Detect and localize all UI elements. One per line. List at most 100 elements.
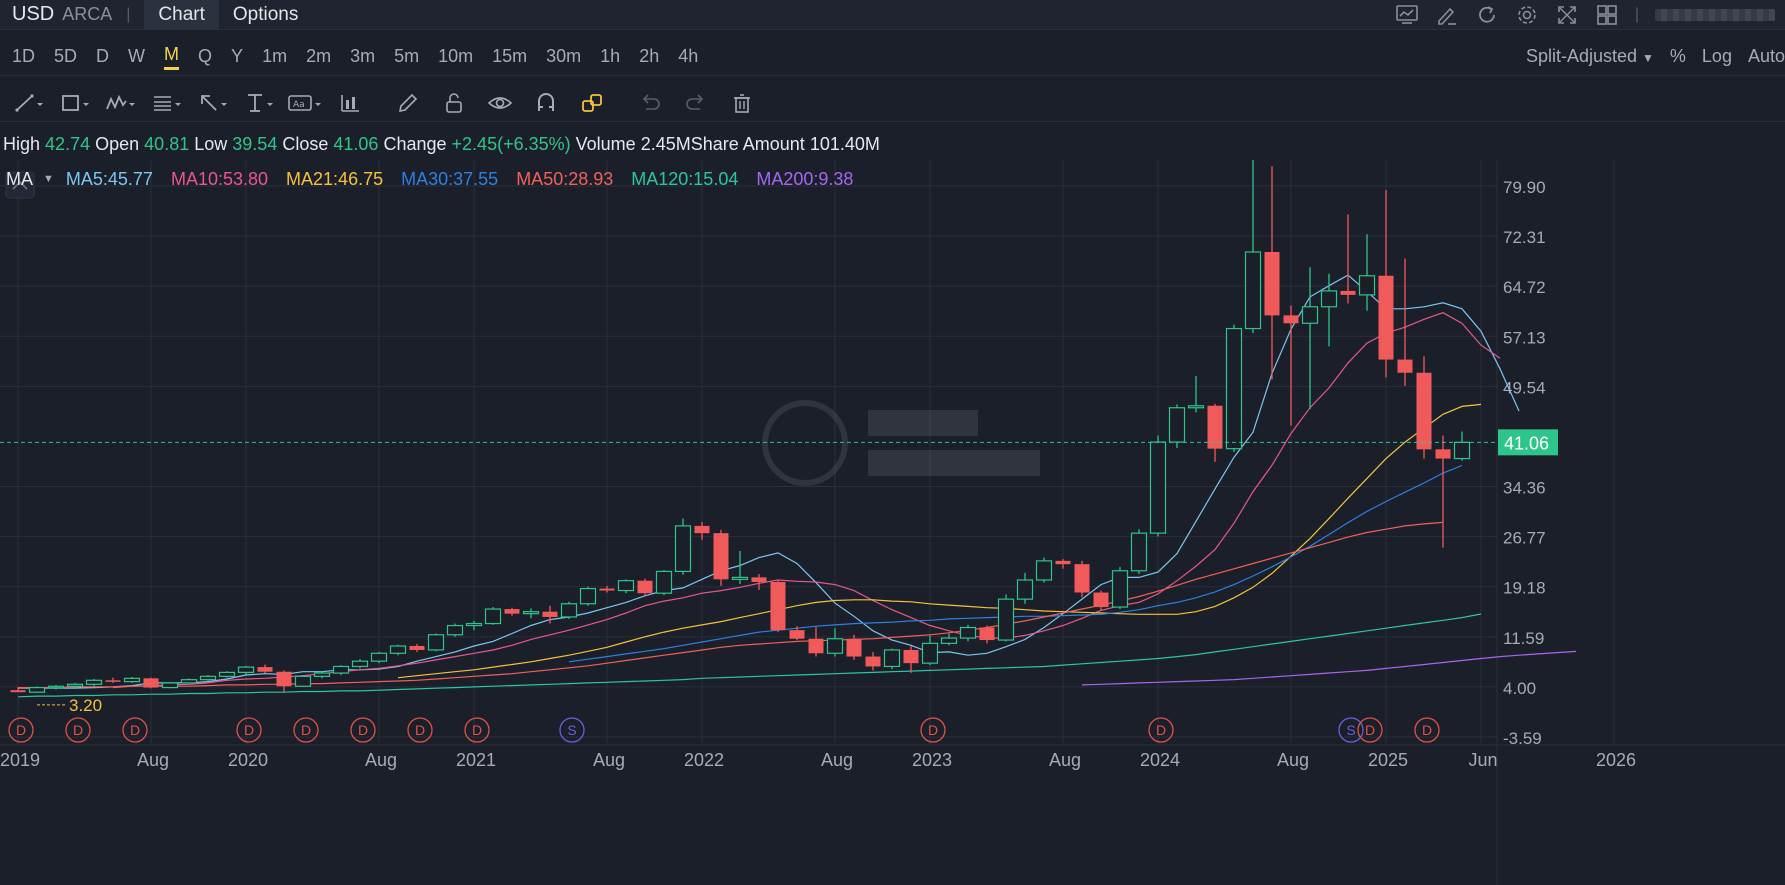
y-tick-label: 64.72 (1503, 278, 1546, 297)
period-w[interactable]: W (128, 46, 145, 67)
link-icon[interactable] (574, 88, 610, 118)
caret-down-icon[interactable]: ▼ (43, 173, 54, 185)
x-tick-label: Aug (137, 750, 169, 770)
gear-icon[interactable] (1515, 3, 1539, 27)
tab-chart[interactable]: Chart (144, 0, 219, 30)
volume-value: 2.45M (640, 133, 691, 154)
event-marker-label: D (1156, 722, 1166, 738)
candle-body (465, 622, 483, 627)
adjust-select[interactable]: Split-Adjusted ▼ (1526, 46, 1654, 67)
ma-label[interactable]: MA (6, 169, 33, 190)
candle-body (1093, 592, 1109, 608)
period-30m[interactable]: 30m (546, 46, 581, 67)
period-5m[interactable]: 5m (394, 46, 419, 67)
trash-icon[interactable] (724, 88, 760, 118)
ma-item: MA120:15.04 (631, 168, 739, 189)
candle-body (674, 525, 692, 573)
period-1h[interactable]: 1h (600, 46, 620, 67)
candle-body (789, 630, 805, 639)
candle-body (560, 603, 578, 618)
period-3m[interactable]: 3m (350, 46, 375, 67)
magnet-icon[interactable] (528, 88, 564, 118)
refresh-icon[interactable] (1475, 3, 1499, 27)
period-y[interactable]: Y (231, 46, 243, 67)
period-m[interactable]: M (164, 44, 180, 70)
ma-items: MA5:45.77 MA10:53.80 MA21:46.75 MA30:37.55 M… (66, 169, 854, 190)
layout-grid-icon[interactable] (1595, 3, 1619, 27)
price-axis-background (1497, 160, 1785, 885)
period-15m[interactable]: 15m (492, 46, 527, 67)
redo-icon[interactable] (678, 88, 714, 118)
high-value: 42.74 (45, 133, 91, 154)
low-value: 39.54 (232, 133, 278, 154)
event-marker-label: S (567, 722, 576, 738)
log-toggle[interactable]: Log (1702, 46, 1732, 67)
candle-body (1035, 560, 1053, 581)
undo-icon[interactable] (632, 88, 668, 118)
candle-body (10, 690, 26, 693)
low-label: Low (194, 133, 228, 154)
candle-body (294, 675, 312, 687)
rectangle-icon[interactable] (56, 88, 92, 118)
ma-item: MA21:46.75 (286, 168, 384, 189)
period-bar: 1D 5D D W M Q Y 1m 2m 3m 5m 10m 15m 30m 1h 2h 4h Split-A… (0, 38, 1785, 76)
lock-icon[interactable] (436, 88, 472, 118)
candle-body (161, 682, 179, 689)
candle-body (313, 672, 331, 677)
pencil-icon[interactable] (390, 88, 426, 118)
candle-body (1340, 290, 1356, 295)
x-tick-label: 2023 (912, 750, 952, 770)
candle-body (66, 683, 84, 687)
ma-item: MA50:28.93 (516, 168, 614, 189)
price-chart[interactable]: 79.9072.3164.7257.1349.5434.3626.7719.18… (0, 160, 1785, 885)
percent-toggle[interactable]: % (1670, 46, 1686, 67)
candle-body (1358, 275, 1376, 296)
candle-body (484, 608, 502, 625)
text-icon[interactable]: Aa (286, 88, 322, 118)
y-tick-label: 72.31 (1503, 228, 1546, 247)
svg-text:Aa: Aa (293, 100, 305, 110)
amount-label: Share Amount (690, 133, 805, 154)
candle-body (1244, 251, 1262, 330)
ma-legend: MA ▼ MA5:45.77 MA10:53.80 MA21:46.75 MA30:3… (0, 165, 1785, 193)
pattern-icon[interactable] (102, 88, 138, 118)
period-4h[interactable]: 4h (678, 46, 698, 67)
ma-item: MA10:53.80 (170, 168, 269, 189)
period-1d[interactable]: 1D (12, 46, 35, 67)
candle-body (1453, 441, 1471, 460)
period-1m[interactable]: 1m (262, 46, 287, 67)
candle-body (865, 656, 881, 667)
y-tick-label: 34.36 (1503, 479, 1546, 498)
trend-line-icon[interactable] (10, 88, 46, 118)
arrow-icon[interactable] (194, 88, 230, 118)
amount-value: 101.40M (809, 133, 880, 154)
period-d[interactable]: D (96, 46, 109, 67)
volume-label: Volume (575, 133, 636, 154)
x-tick-label: 2021 (456, 750, 496, 770)
period-5d[interactable]: 5D (54, 46, 77, 67)
chart-settings-icon[interactable] (1395, 3, 1419, 27)
candle-body (1149, 441, 1167, 534)
period-10m[interactable]: 10m (438, 46, 473, 67)
draw-icon[interactable] (1435, 3, 1459, 27)
watermark-bar (868, 450, 1040, 476)
period-q[interactable]: Q (198, 46, 212, 67)
event-marker-label: D (472, 722, 482, 738)
candle-body (332, 665, 350, 674)
fullscreen-icon[interactable] (1555, 3, 1579, 27)
y-tick-label: 26.77 (1503, 529, 1546, 548)
eye-icon[interactable] (482, 88, 518, 118)
period-2m[interactable]: 2m (306, 46, 331, 67)
tab-options[interactable]: Options (219, 0, 312, 30)
close-label: Close (282, 133, 329, 154)
auto-toggle[interactable]: Auto (1748, 46, 1785, 67)
fib-icon[interactable] (148, 88, 184, 118)
candle-body (883, 649, 901, 668)
candle-body (105, 680, 121, 682)
indicator-icon[interactable] (332, 88, 368, 118)
event-marker-label: D (415, 722, 425, 738)
period-2h[interactable]: 2h (639, 46, 659, 67)
candle-body (1074, 564, 1090, 593)
event-marker-label: D (1365, 722, 1375, 738)
measure-icon[interactable] (240, 88, 276, 118)
